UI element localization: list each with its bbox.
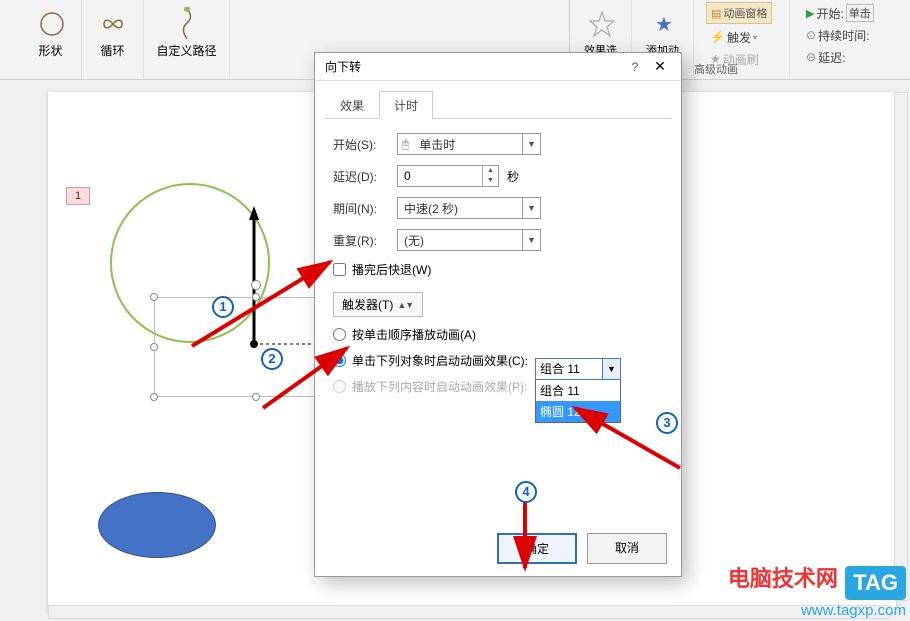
delay-spinner[interactable]: ▲ ▼ <box>397 165 499 187</box>
start-label: 开始(S): <box>333 136 397 153</box>
combo-dropdown-list[interactable]: 组合 11 椭圆 12 <box>535 380 621 423</box>
cancel-button[interactable]: 取消 <box>587 533 667 564</box>
rewind-row[interactable]: 播完后快退(W) <box>333 261 663 278</box>
shape-icon <box>32 6 72 42</box>
repeat-row: 重复(R): (无) ▼ <box>333 229 663 251</box>
ribbon-group-timing: ▶ 开始: 单击 ⊙ 持续时间: ⊝ 延迟: <box>790 0 880 79</box>
chevron-down-icon[interactable]: ▼ <box>522 134 540 154</box>
anim-pane-icon: ▤ <box>711 7 721 20</box>
trigger-button[interactable]: ⚡ 触发 ▾ <box>706 26 777 48</box>
radio-play-content-input <box>333 380 346 393</box>
annotation-2: 2 <box>261 348 283 370</box>
rewind-checkbox[interactable] <box>333 263 346 276</box>
chevron-down-icon[interactable]: ▼ <box>522 198 540 218</box>
animation-order-tag[interactable]: 1 <box>66 187 90 205</box>
anim-pane-button[interactable]: ▤ 动画窗格 <box>706 2 772 24</box>
repeat-select[interactable]: (无) ▼ <box>397 229 541 251</box>
vertical-scrollbar[interactable] <box>894 92 908 601</box>
watermark-tag: TAG <box>845 566 906 600</box>
radio-click-object-input[interactable] <box>333 354 346 367</box>
spin-up[interactable]: ▲ <box>483 166 498 176</box>
timing-dialog: 向下转 ? ✕ 效果 计时 开始(S): 🖰 单击时 ▼ 延迟(D): ▲ ▼ <box>314 52 682 577</box>
help-button[interactable]: ? <box>625 60 645 74</box>
delay-unit: 秒 <box>507 168 519 185</box>
loop-icon <box>94 6 134 42</box>
combo-option[interactable]: 椭圆 12 <box>536 401 620 422</box>
rotate-handle[interactable] <box>251 280 261 290</box>
delay-icon: ⊝ <box>806 50 816 64</box>
trigger-expand-button[interactable]: 触发器(T) ▲ ▼ <box>333 292 423 317</box>
watermark-url: www.tagxp.com <box>728 602 906 619</box>
radio-sequence[interactable]: 按单击顺序播放动画(A) <box>333 326 663 343</box>
start-select[interactable]: 🖰 单击时 ▼ <box>397 133 541 155</box>
period-label: 期间(N): <box>333 200 397 217</box>
loop-label: 循环 <box>94 42 131 59</box>
add-anim-icon: ★ <box>644 6 684 42</box>
custom-path-label: 自定义路径 <box>156 42 217 59</box>
radio-sequence-input[interactable] <box>333 328 346 341</box>
watermark: 电脑技术网 TAG www.tagxp.com <box>728 561 906 619</box>
ribbon-group-custom-path[interactable]: 自定义路径 <box>144 0 230 79</box>
ok-button[interactable]: 确定 <box>497 533 577 564</box>
close-button[interactable]: ✕ <box>645 58 675 75</box>
timing-delay-row[interactable]: ⊝ 延迟: <box>802 46 868 68</box>
timing-start-row[interactable]: ▶ 开始: 单击 <box>802 2 868 24</box>
period-row: 期间(N): 中速(2 秒) ▼ <box>333 197 663 219</box>
chevron-down-icon[interactable]: ▼ <box>522 230 540 250</box>
tab-effect[interactable]: 效果 <box>325 91 379 119</box>
period-select[interactable]: 中速(2 秒) ▼ <box>397 197 541 219</box>
delay-input[interactable] <box>398 166 482 186</box>
custom-path-icon <box>167 6 207 42</box>
delay-label: 延迟(D): <box>333 168 397 185</box>
blue-ellipse-shape[interactable] <box>98 492 216 558</box>
tab-timing[interactable]: 计时 <box>379 91 433 119</box>
lightning-icon: ⚡ <box>710 30 725 44</box>
dialog-title-text: 向下转 <box>325 58 361 75</box>
mouse-icon: 🖰 <box>398 137 413 152</box>
dialog-body: 开始(S): 🖰 单击时 ▼ 延迟(D): ▲ ▼ 秒 期间(N): 中速(2 … <box>315 119 681 418</box>
start-row: 开始(S): 🖰 单击时 ▼ <box>333 133 663 155</box>
delay-row: 延迟(D): ▲ ▼ 秒 <box>333 165 663 187</box>
shape-label: 形状 <box>32 42 69 59</box>
resize-handle[interactable] <box>150 343 158 351</box>
adv-anim-group-label: 高级动画 <box>694 61 789 77</box>
resize-handle[interactable] <box>150 293 158 301</box>
dialog-titlebar[interactable]: 向下转 ? ✕ <box>315 53 681 81</box>
resize-handle[interactable] <box>252 293 260 301</box>
chevron-down-icon[interactable]: ▼ <box>602 359 620 379</box>
play-icon: ▶ <box>806 7 814 20</box>
watermark-title: 电脑技术网 <box>728 561 838 593</box>
annotation-3: 3 <box>656 412 678 434</box>
dialog-footer: 确定 取消 <box>497 533 667 564</box>
timing-duration-row[interactable]: ⊙ 持续时间: <box>802 24 868 46</box>
annotation-4: 4 <box>515 481 537 503</box>
annotation-1: 1 <box>212 296 234 318</box>
spin-down[interactable]: ▼ <box>483 176 498 186</box>
repeat-label: 重复(R): <box>333 232 397 249</box>
clock-icon: ⊙ <box>806 28 816 42</box>
rewind-label: 播完后快退(W) <box>352 261 431 278</box>
effect-options-icon <box>582 6 622 42</box>
ribbon-group-shape[interactable]: 形状 <box>20 0 82 79</box>
ribbon-group-advanced: ▤ 动画窗格 ⚡ 触发 ▾ ★ 动画刷 高级动画 <box>694 0 790 79</box>
trigger-object-combo[interactable]: 组合 11 ▼ 组合 11 椭圆 12 <box>535 358 621 423</box>
combo-option[interactable]: 组合 11 <box>536 380 620 401</box>
resize-handle[interactable] <box>150 393 158 401</box>
ribbon-group-loop[interactable]: 循环 <box>82 0 144 79</box>
resize-handle[interactable] <box>252 393 260 401</box>
dialog-tabs: 效果 计时 <box>325 91 671 119</box>
